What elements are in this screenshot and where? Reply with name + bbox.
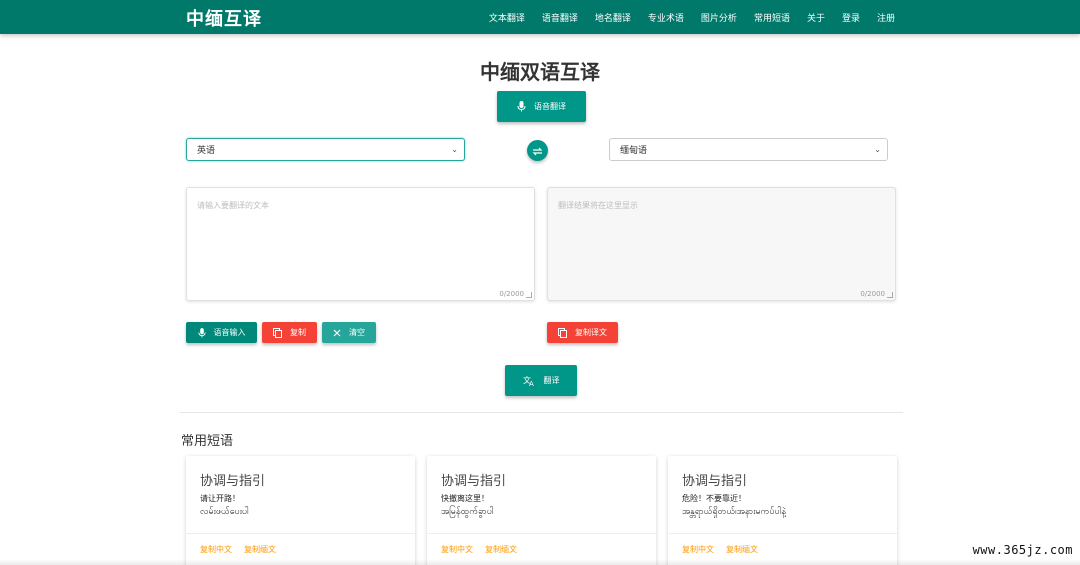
nav-text-translate[interactable]: 文本翻译 bbox=[489, 11, 525, 24]
nav-about[interactable]: 关于 bbox=[807, 11, 825, 24]
nav-register[interactable]: 注册 bbox=[877, 11, 895, 24]
phrase-card: 协调与指引 危险！不要靠近！ အန္တရာယ်ရှိတယ်၊အနားမကပ်ပါ… bbox=[668, 456, 897, 565]
source-char-counter: 0/2000 bbox=[499, 290, 524, 298]
svg-text:A: A bbox=[529, 380, 534, 386]
phrases-section-title: 常用短语 bbox=[181, 434, 234, 449]
copy-chinese-link[interactable]: 复制中文 bbox=[682, 544, 714, 555]
phrase-category: 协调与指引 bbox=[200, 474, 266, 489]
nav-voice-translate[interactable]: 语音翻译 bbox=[542, 11, 578, 24]
nav-terminology[interactable]: 专业术语 bbox=[648, 11, 684, 24]
swap-languages-button[interactable] bbox=[527, 140, 548, 161]
phrase-category: 协调与指引 bbox=[682, 474, 748, 489]
clear-label: 清空 bbox=[349, 328, 365, 337]
voice-input-label: 语音输入 bbox=[213, 328, 246, 337]
resize-handle-icon[interactable] bbox=[887, 292, 893, 298]
translate-label: 翻译 bbox=[543, 376, 560, 385]
source-language-value: 英语 bbox=[197, 146, 216, 156]
copy-burmese-link[interactable]: 复制缅文 bbox=[244, 544, 276, 555]
mic-icon bbox=[197, 327, 206, 338]
translation-output: 翻译结果将在这里显示 0/2000 bbox=[547, 187, 896, 301]
source-language-select[interactable]: 英语 ⌄ bbox=[186, 138, 465, 161]
voice-translate-label: 语音翻译 bbox=[534, 102, 566, 111]
nav-menu: 文本翻译 语音翻译 地名翻译 专业术语 图片分析 常用短语 关于 登录 注册 bbox=[489, 0, 895, 34]
bottom-shadow bbox=[0, 559, 1080, 565]
translate-icon: 文A bbox=[523, 375, 536, 386]
card-divider bbox=[668, 533, 897, 534]
resize-handle-icon[interactable] bbox=[526, 292, 532, 298]
target-language-select[interactable]: 缅甸语 ⌄ bbox=[609, 138, 888, 161]
phrase-chinese: 请让开路！ bbox=[200, 494, 240, 503]
chevron-down-icon: ⌄ bbox=[451, 145, 458, 154]
close-icon bbox=[333, 329, 341, 337]
copy-icon bbox=[273, 327, 282, 338]
nav-common-phrases[interactable]: 常用短语 bbox=[754, 11, 790, 24]
card-divider bbox=[186, 533, 415, 534]
target-language-value: 缅甸语 bbox=[620, 146, 648, 156]
voice-input-button[interactable]: 语音输入 bbox=[186, 322, 257, 343]
swap-icon bbox=[532, 141, 543, 160]
phrase-burmese: အမြန်ထွက်ခွာပါ bbox=[441, 507, 494, 517]
target-char-counter: 0/2000 bbox=[860, 290, 885, 298]
source-text-input[interactable]: 请输入要翻译的文本 0/2000 bbox=[186, 187, 535, 301]
card-divider bbox=[427, 533, 656, 534]
voice-translate-button[interactable]: 语音翻译 bbox=[497, 91, 586, 122]
chevron-down-icon: ⌄ bbox=[874, 145, 881, 154]
page-title: 中缅双语互译 bbox=[480, 60, 600, 84]
card-actions: 复制中文 复制缅文 bbox=[682, 544, 758, 555]
copy-translation-button[interactable]: 复制译文 bbox=[547, 322, 618, 343]
nav-login[interactable]: 登录 bbox=[842, 11, 860, 24]
card-actions: 复制中文 复制缅文 bbox=[200, 544, 276, 555]
copy-label: 复制 bbox=[290, 328, 306, 337]
phrase-card: 协调与指引 请让开路！ လမ်းဖယ်ပေးပါ 复制中文 复制缅文 bbox=[186, 456, 415, 565]
copy-icon bbox=[558, 327, 567, 338]
phrase-chinese: 快撤离这里！ bbox=[441, 494, 489, 503]
copy-translation-label: 复制译文 bbox=[575, 328, 607, 337]
copy-chinese-link[interactable]: 复制中文 bbox=[200, 544, 232, 555]
phrase-category: 协调与指引 bbox=[441, 474, 507, 489]
translate-button[interactable]: 文A 翻译 bbox=[505, 365, 577, 396]
top-nav-bar: 中缅互译 文本翻译 语音翻译 地名翻译 专业术语 图片分析 常用短语 关于 登录… bbox=[0, 0, 1080, 34]
source-placeholder: 请输入要翻译的文本 bbox=[197, 201, 269, 210]
copy-button[interactable]: 复制 bbox=[262, 322, 317, 343]
mic-icon bbox=[517, 101, 526, 112]
card-actions: 复制中文 复制缅文 bbox=[441, 544, 517, 555]
copy-burmese-link[interactable]: 复制缅文 bbox=[485, 544, 517, 555]
watermark-text: www.365jz.com bbox=[972, 543, 1073, 557]
nav-place-translate[interactable]: 地名翻译 bbox=[595, 11, 631, 24]
phrase-burmese: လမ်းဖယ်ပေးပါ bbox=[200, 507, 249, 517]
brand-logo[interactable]: 中缅互译 bbox=[186, 5, 262, 31]
copy-chinese-link[interactable]: 复制中文 bbox=[441, 544, 473, 555]
phrase-burmese: အန္တရာယ်ရှိတယ်၊အနားမကပ်ပါနဲ့ bbox=[682, 507, 786, 517]
phrase-card: 协调与指引 快撤离这里！ အမြန်ထွက်ခွာပါ 复制中文 复制缅文 bbox=[427, 456, 656, 565]
section-divider bbox=[180, 412, 903, 413]
clear-button[interactable]: 清空 bbox=[322, 322, 376, 343]
nav-image-analysis[interactable]: 图片分析 bbox=[701, 11, 737, 24]
copy-burmese-link[interactable]: 复制缅文 bbox=[726, 544, 758, 555]
phrase-chinese: 危险！不要靠近！ bbox=[682, 494, 746, 503]
target-placeholder: 翻译结果将在这里显示 bbox=[558, 201, 638, 210]
